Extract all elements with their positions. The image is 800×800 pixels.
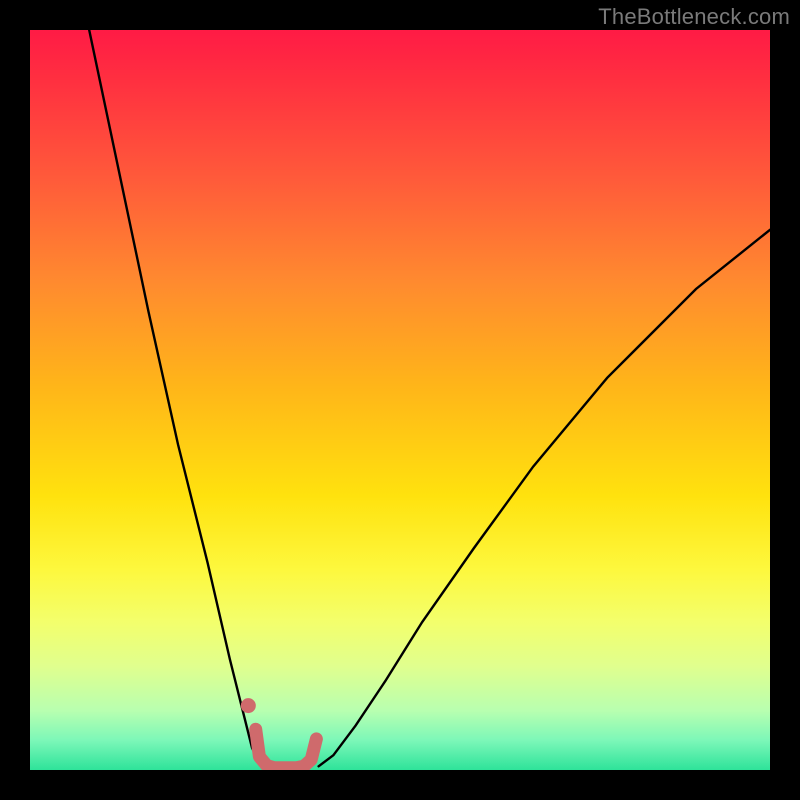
curve-layer [30,30,770,770]
left-curve [89,30,267,766]
marker-curve [256,729,317,767]
watermark-text: TheBottleneck.com [598,4,790,30]
marker-dot-icon [241,698,256,713]
chart-frame: TheBottleneck.com [0,0,800,800]
right-curve [319,230,770,767]
plot-area [30,30,770,770]
